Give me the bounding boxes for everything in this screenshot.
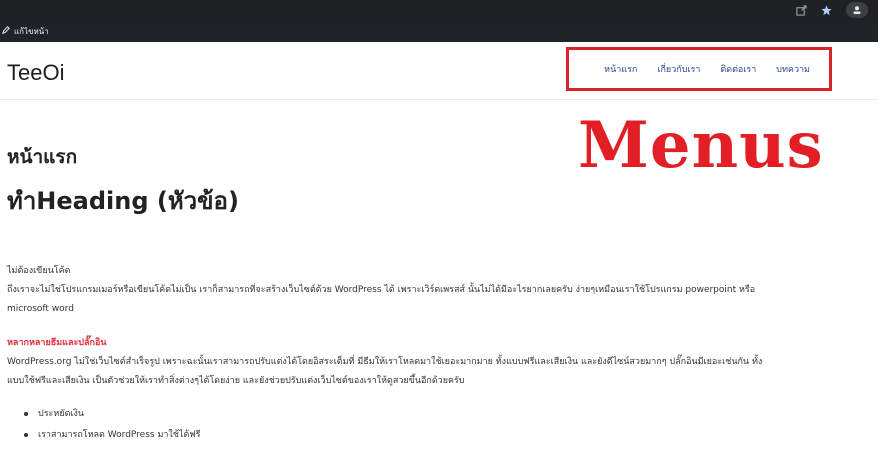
star-icon[interactable]: [821, 4, 832, 16]
list-item: ประหยัดเงิน: [24, 404, 201, 425]
menu-item-articles[interactable]: บทความ: [776, 62, 810, 76]
menus-annotation: Menus: [578, 108, 824, 183]
browser-toolbar: [0, 0, 878, 20]
pencil-icon: [2, 26, 10, 36]
content-heading: ทำHeading (หัวข้อ): [7, 187, 239, 215]
bullet-list: ประหยัดเงิน เราสามารถโหลด WordPress มาใช…: [24, 404, 201, 446]
menu-item-home[interactable]: หน้าแรก: [604, 62, 637, 76]
edit-page-link[interactable]: แก้ไขหน้า: [2, 25, 49, 38]
paragraph-line: WordPress.org ไม่ใช่เว็บไซต์สำเร็จรูป เพ…: [7, 357, 763, 367]
menu-item-contact[interactable]: ติดต่อเรา: [720, 62, 756, 76]
paragraph-line: microsoft word: [7, 304, 74, 314]
edit-page-label: แก้ไขหน้า: [14, 26, 49, 36]
share-icon[interactable]: [796, 4, 807, 16]
section-title: ไม่ต้องเขียนโค้ด: [7, 266, 71, 276]
paragraph-line: แบบใช้ฟรีและเสียเงิน เป็นตัวช่วยให้เราทำ…: [7, 376, 465, 386]
section-themes-plugins: หลากหลายธีมและปลั๊กอิน WordPress.org ไม่…: [7, 334, 817, 391]
menu-item-about[interactable]: เกี่ยวกับเรา: [657, 62, 700, 76]
list-item: เราสามารถโหลด WordPress มาใช้ได้ฟรี: [24, 425, 201, 446]
section-no-code: ไม่ต้องเขียนโค้ด ถึงเราจะไม่ใช่โปรแกรมเม…: [7, 262, 817, 319]
site-title[interactable]: TeeOi: [7, 60, 64, 86]
primary-menu: หน้าแรก เกี่ยวกับเรา ติดต่อเรา บทความ: [566, 47, 832, 91]
page-title: หน้าแรก: [7, 146, 78, 168]
paragraph-line: ถึงเราจะไม่ใช่โปรแกรมเมอร์หรือเขียนโค้ดไ…: [7, 285, 756, 295]
admin-bar: แก้ไขหน้า: [0, 20, 878, 42]
profile-icon[interactable]: [846, 2, 868, 18]
section-title: หลากหลายธีมและปลั๊กอิน: [7, 338, 107, 348]
